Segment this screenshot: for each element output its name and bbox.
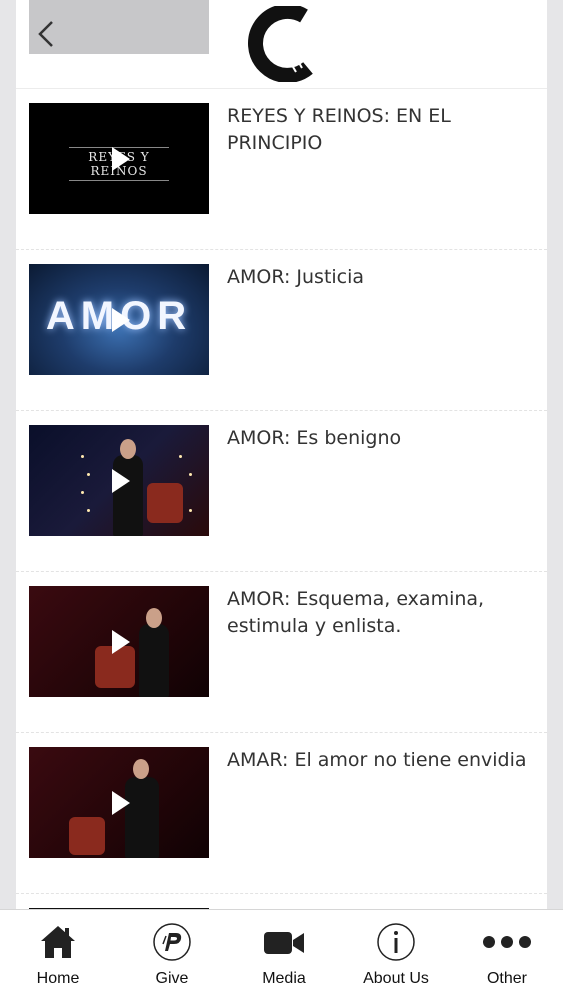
home-icon (41, 926, 75, 958)
stage-light (189, 509, 192, 512)
tab-label: Other (486, 970, 527, 987)
media-list: REYES Y REINOS REYES Y REINOS: EN EL PRI… (16, 89, 547, 977)
stage-chair (147, 483, 183, 523)
video-thumbnail[interactable]: REYES Y REINOS (29, 103, 209, 214)
tab-give[interactable]: Give (116, 910, 228, 1001)
speaker-head (146, 608, 162, 628)
info-icon (377, 923, 415, 961)
tab-label: About Us (363, 970, 429, 987)
stage-light (189, 473, 192, 476)
speaker-head (133, 759, 149, 779)
media-page: REYES Y REINOS REYES Y REINOS: EN EL PRI… (16, 0, 547, 1000)
stage-light (179, 455, 182, 458)
tab-label: Home (36, 970, 80, 987)
stage-light (81, 491, 84, 494)
media-item[interactable]: AMOR AMOR: Justicia (16, 250, 547, 411)
video-thumbnail[interactable] (29, 586, 209, 697)
tab-label: Give (155, 970, 189, 987)
stage-light (87, 473, 90, 476)
tab-about-us[interactable]: About Us (340, 910, 452, 1001)
video-thumbnail[interactable]: AMOR (29, 264, 209, 375)
media-title[interactable]: AMOR: Es benigno (227, 425, 527, 452)
media-title[interactable]: AMOR: Esquema, examina, estimula y enlis… (227, 586, 527, 640)
tab-media[interactable]: Media (228, 910, 340, 1001)
header (16, 0, 547, 89)
church-logo-c-icon (248, 6, 313, 82)
play-icon[interactable] (112, 146, 130, 171)
stage-light (87, 509, 90, 512)
media-item[interactable]: AMOR: Esquema, examina, estimula y enlis… (16, 572, 547, 733)
media-item[interactable]: REYES Y REINOS REYES Y REINOS: EN EL PRI… (16, 89, 547, 250)
stage-light (81, 455, 84, 458)
tab-bar: Home Give Media About Us Other (0, 909, 563, 1001)
speaker-figure (139, 624, 169, 697)
give-icon (153, 923, 191, 961)
play-icon[interactable] (112, 468, 130, 493)
media-title[interactable]: AMOR: Justicia (227, 264, 527, 291)
media-item[interactable]: AMOR: Es benigno (16, 411, 547, 572)
back-button[interactable] (29, 0, 209, 54)
tab-other[interactable]: Other (451, 910, 563, 1001)
chevron-left-icon (38, 21, 53, 47)
more-icon (483, 936, 531, 948)
tab-label: Media (262, 970, 306, 987)
speaker-figure (125, 777, 159, 858)
speaker-figure (113, 455, 143, 536)
media-title[interactable]: AMAR: El amor no tiene envidia (227, 747, 527, 774)
video-thumbnail[interactable] (29, 747, 209, 858)
tab-home[interactable]: Home (2, 910, 114, 1001)
video-camera-icon (264, 932, 304, 954)
media-item[interactable]: AMAR: El amor no tiene envidia (16, 733, 547, 894)
video-thumbnail[interactable] (29, 425, 209, 536)
speaker-head (120, 439, 136, 459)
play-icon[interactable] (112, 629, 130, 654)
media-title[interactable]: REYES Y REINOS: EN EL PRINCIPIO (227, 103, 527, 157)
play-icon[interactable] (112, 307, 130, 332)
play-icon[interactable] (112, 790, 130, 815)
stage-chair (69, 817, 105, 855)
